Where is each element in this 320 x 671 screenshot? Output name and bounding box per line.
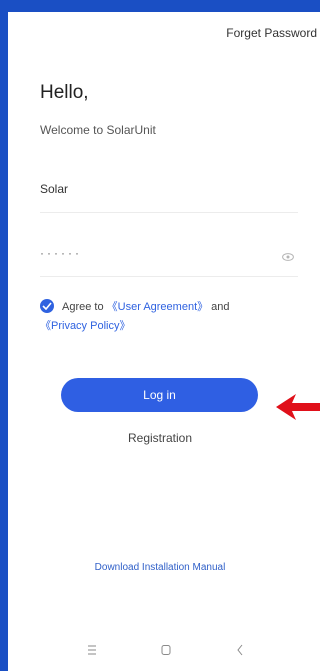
privacy-policy-link[interactable]: 《Privacy Policy》 [40, 320, 130, 332]
agreement-row: Agree to 《User Agreement》 and 《Privacy Po… [40, 298, 290, 336]
registration-link[interactable]: Registration [0, 431, 320, 445]
user-agreement-link[interactable]: 《User Agreement》 [107, 301, 208, 313]
system-nav-bar [0, 640, 320, 662]
agree-prefix: Agree to [62, 301, 107, 313]
square-home-icon[interactable] [156, 640, 176, 660]
login-button[interactable]: Log in [61, 378, 258, 412]
menu-icon[interactable] [82, 640, 102, 660]
chevron-left-icon[interactable] [230, 640, 250, 660]
greeting-subtitle: Welcome to SolarUnit [40, 123, 156, 137]
eye-icon[interactable] [282, 248, 294, 261]
username-field[interactable]: Solar [40, 182, 298, 213]
download-manual-link[interactable]: Download Installation Manual [0, 562, 320, 573]
check-icon [42, 302, 52, 310]
password-value: ······ [40, 246, 82, 260]
username-value: Solar [40, 182, 69, 196]
forget-password-link[interactable]: Forget Password [226, 26, 317, 40]
password-field[interactable]: ······ [40, 242, 298, 277]
red-arrow-icon [274, 390, 320, 424]
greeting-title: Hello, [40, 82, 89, 103]
agree-and: and [208, 301, 230, 313]
agree-checkbox[interactable] [40, 299, 54, 313]
device-frame: Forget Password Hello, Welcome to SolarU… [0, 0, 320, 671]
